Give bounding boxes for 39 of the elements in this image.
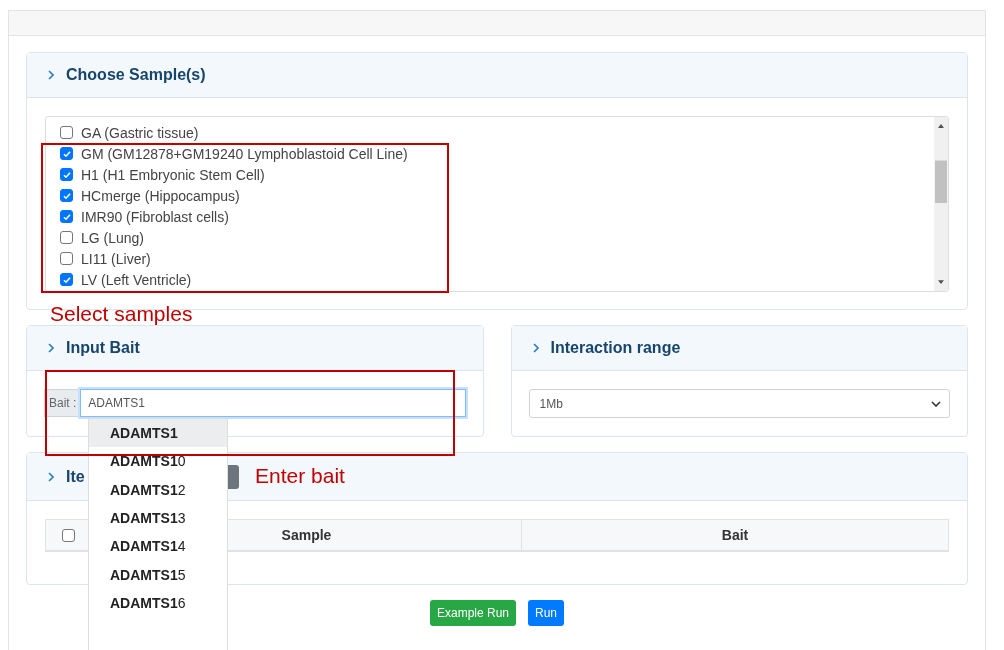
sample-label[interactable]: LI11 (Liver) xyxy=(81,250,151,267)
checkbox[interactable] xyxy=(60,126,73,139)
checkbox[interactable] xyxy=(60,147,73,160)
bait-label: Bait : xyxy=(44,389,81,417)
annotation-text: Enter bait xyxy=(255,464,345,488)
sample-label[interactable]: HCmerge (Hippocampus) xyxy=(81,187,240,204)
panel-title: Ite xyxy=(66,467,85,486)
scrollbar[interactable] xyxy=(934,117,948,291)
bait-input[interactable]: ADAMTS1 xyxy=(80,389,466,417)
chevron-icon[interactable] xyxy=(532,343,539,353)
chevron-down-icon xyxy=(931,400,941,407)
annotation-text: Select samples xyxy=(50,302,193,326)
suggestion-item[interactable]: ADAMTS1 xyxy=(89,419,227,448)
chevron-icon[interactable] xyxy=(48,343,54,353)
suggestion-item[interactable]: ADAMTS15 xyxy=(89,560,227,589)
sample-label[interactable]: GM (GM12878+GM19240 Lymphoblastoid Cell Line) xyxy=(81,145,408,162)
sample-label[interactable]: LG (Lung) xyxy=(81,229,145,246)
checkbox[interactable] xyxy=(60,252,73,265)
sample-label[interactable]: GA (Gastric tissue) xyxy=(81,124,199,141)
column-header: Bait xyxy=(720,526,750,545)
checkbox[interactable] xyxy=(60,189,73,202)
checkbox[interactable] xyxy=(60,231,73,244)
sample-label[interactable]: LV (Left Ventricle) xyxy=(81,271,192,288)
range-select[interactable]: 1Mb xyxy=(528,389,950,418)
chevron-icon[interactable] xyxy=(48,70,54,80)
panel-title: Choose Sample(s) xyxy=(66,66,206,84)
checkbox[interactable] xyxy=(60,168,73,181)
panel-title: Interaction range xyxy=(550,339,681,357)
chevron-icon[interactable] xyxy=(48,471,54,482)
panel-title: Input Bait xyxy=(66,339,140,357)
checkbox[interactable] xyxy=(60,273,73,286)
run-button[interactable]: Run xyxy=(528,600,565,626)
suggestion-item[interactable]: ADAMTS12 xyxy=(89,475,227,504)
checkbox[interactable] xyxy=(62,528,75,542)
sample-label[interactable]: IMR90 (Fibroblast cells) xyxy=(81,208,229,225)
checkbox[interactable] xyxy=(60,210,73,223)
suggestion-item[interactable]: ADAMTS10 xyxy=(89,447,227,476)
sample-label[interactable]: H1 (H1 Embryonic Stem Cell) xyxy=(81,166,265,183)
suggestion-item[interactable]: ADAMTS16 xyxy=(89,588,227,618)
